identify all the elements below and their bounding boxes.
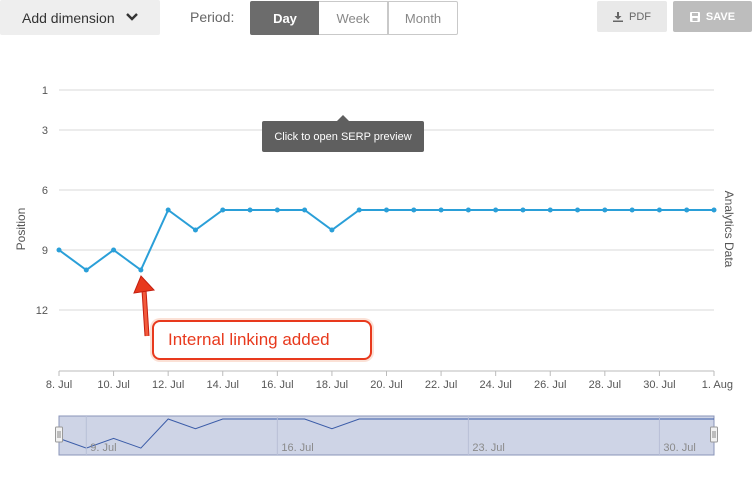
data-point[interactable] (111, 247, 117, 253)
x-axis: 8. Jul 10. Jul 12. Jul 14. Jul 16. Jul 18. Ju… (46, 370, 733, 391)
data-point[interactable] (329, 227, 335, 233)
data-point[interactable] (56, 247, 62, 253)
x-tick-label: 24. Jul (479, 379, 511, 391)
navigator-tick-label: 9. Jul (90, 442, 116, 454)
data-point[interactable] (629, 207, 635, 213)
data-point[interactable] (520, 207, 526, 213)
data-point[interactable] (711, 207, 717, 213)
navigator-tick-label: 16. Jul (281, 442, 313, 454)
data-point[interactable] (684, 207, 690, 213)
y-tick-label: 9 (42, 245, 48, 257)
tooltip-text: Click to open SERP preview (274, 130, 412, 143)
navigator-right-handle[interactable] (710, 426, 718, 443)
right-axis-title: Analytics Data (722, 191, 736, 268)
x-tick-label: 10. Jul (97, 379, 129, 391)
data-point[interactable] (493, 207, 499, 213)
y-axis-ticks: 1 3 6 9 12 (36, 85, 48, 317)
serp-preview-tooltip[interactable]: Click to open SERP preview (262, 115, 424, 152)
data-point[interactable] (83, 267, 89, 273)
series-group (56, 207, 717, 273)
x-tick-label: 28. Jul (589, 379, 621, 391)
data-point[interactable] (384, 207, 389, 213)
x-tick-label: 14. Jul (207, 379, 239, 391)
data-point[interactable] (438, 207, 444, 213)
y-tick-label: 6 (42, 185, 48, 197)
data-point[interactable] (656, 207, 662, 213)
data-point[interactable] (356, 207, 362, 213)
y-tick-label: 3 (42, 125, 48, 137)
data-point[interactable] (165, 207, 171, 213)
annotation-arrow (133, 275, 156, 337)
x-tick-label: 18. Jul (316, 379, 348, 391)
navigator-selection[interactable] (58, 415, 715, 456)
x-tick-label: 16. Jul (261, 379, 293, 391)
y-tick-label: 12 (36, 305, 48, 317)
x-tick-label: 22. Jul (425, 379, 457, 391)
data-point[interactable] (602, 207, 608, 213)
data-point[interactable] (411, 207, 417, 213)
data-point[interactable] (247, 207, 253, 213)
x-tick-label: 1. Aug (702, 379, 733, 391)
x-tick-label: 26. Jul (534, 379, 566, 391)
data-point[interactable] (302, 207, 308, 213)
data-point[interactable] (138, 267, 144, 273)
navigator-left-handle[interactable] (55, 426, 63, 443)
x-tick-label: 12. Jul (152, 379, 184, 391)
data-point[interactable] (547, 207, 553, 213)
data-point[interactable] (575, 207, 581, 213)
annotation-callout: Internal linking added (152, 320, 372, 360)
navigator-tick-label: 23. Jul (472, 442, 504, 454)
position-chart: 1 3 6 9 12 8. Jul 10. Jul 12. Jul 14. Jul 16. Ju… (14, 85, 736, 456)
y-axis-title: Position (14, 208, 28, 251)
navigator-tick-label: 30. Jul (663, 442, 695, 454)
data-point[interactable] (274, 207, 280, 213)
y-tick-label: 1 (42, 85, 48, 97)
x-tick-label: 20. Jul (370, 379, 402, 391)
x-tick-label: 30. Jul (643, 379, 675, 391)
position-series-line (58, 208, 714, 272)
data-point[interactable] (465, 207, 471, 213)
annotation-text: Internal linking added (168, 330, 330, 349)
navigator[interactable]: 9. Jul 16. Jul 23. Jul 30. Jul (55, 415, 718, 456)
tooltip-arrow (337, 115, 349, 121)
x-tick-label: 8. Jul (46, 379, 72, 391)
data-point[interactable] (220, 207, 226, 213)
data-point[interactable] (192, 227, 198, 233)
